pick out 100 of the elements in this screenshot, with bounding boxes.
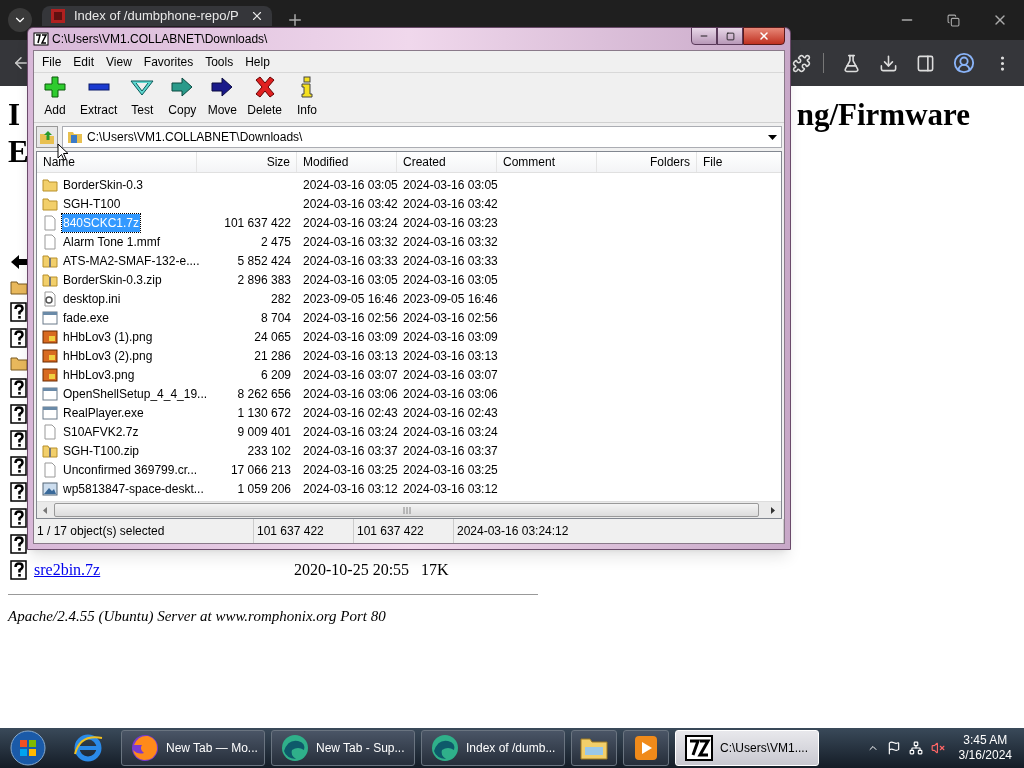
horizontal-scrollbar[interactable] — [37, 501, 781, 518]
clock[interactable]: 3:45 AM 3/16/2024 — [958, 733, 1012, 763]
file-name[interactable]: desktop.ini — [62, 289, 122, 308]
file-name[interactable]: OpenShellSetup_4_4_19... — [62, 384, 209, 403]
back-icon[interactable] — [12, 54, 30, 72]
table-cell: 2023-09-05 16:46 — [403, 291, 498, 306]
file-icon — [42, 214, 58, 231]
file-name[interactable]: BorderSkin-0.3.zip — [62, 270, 163, 289]
toolbar-button[interactable]: Delete — [243, 76, 287, 122]
table-cell: 6 209 — [260, 367, 291, 382]
menu-item[interactable]: Help — [239, 52, 276, 71]
status-text: 1 / 17 object(s) selected — [37, 523, 165, 540]
taskbar-button[interactable]: New Tab - Sup... — [271, 730, 415, 766]
unknown-file-icon — [10, 378, 28, 398]
tab-list-button[interactable] — [8, 8, 32, 32]
file-name[interactable]: S10AFVK2.7z — [62, 422, 140, 441]
file-name[interactable]: RealPlayer.exe — [62, 403, 145, 422]
network-icon[interactable] — [908, 741, 923, 755]
table-cell: 2024-03-16 03:24 — [303, 424, 398, 439]
table-cell: 282 — [270, 291, 291, 306]
globe-e-icon[interactable] — [72, 732, 104, 764]
table-cell: 2024-03-16 02:43 — [403, 405, 498, 420]
right-arrow-icon — [170, 76, 195, 98]
column-header[interactable]: Modified — [297, 152, 397, 172]
unknown-file-icon — [10, 508, 28, 528]
menu-item[interactable]: Edit — [67, 52, 101, 71]
menu-item[interactable]: Favorites — [137, 52, 200, 71]
extensions-icon[interactable] — [792, 53, 811, 73]
toolbar-button[interactable]: Add — [36, 76, 74, 122]
file-name[interactable]: hHbLov3.png — [62, 365, 136, 384]
status-text: 2024-03-16 03:24:12 — [457, 523, 569, 540]
profile-icon[interactable] — [953, 52, 975, 74]
start-orb-icon[interactable] — [10, 730, 46, 766]
browser-tab[interactable]: Index of /dumbphone-repo/P — [42, 6, 272, 26]
file-name[interactable]: BorderSkin-0.3 — [62, 175, 145, 194]
toolbar-button[interactable]: Info — [288, 76, 327, 122]
scrollbar-thumb[interactable] — [54, 503, 759, 517]
fox-globe-icon — [130, 733, 160, 763]
file-icon — [42, 461, 58, 478]
unknown-file-icon — [10, 328, 28, 348]
column-header[interactable]: Comment — [497, 152, 597, 172]
restore-icon[interactable] — [947, 13, 960, 27]
flask-icon[interactable] — [842, 53, 861, 73]
unknown-file-icon — [10, 430, 28, 450]
maximize-button[interactable] — [717, 27, 743, 45]
close-icon[interactable] — [250, 9, 264, 23]
table-cell: 2024-03-16 03:05 — [403, 177, 498, 192]
toolbar-button[interactable]: Move — [203, 76, 242, 122]
table-cell: 2024-03-16 03:37 — [403, 443, 498, 458]
file-icon — [42, 233, 58, 250]
table-cell: 2024-03-16 02:56 — [303, 310, 398, 325]
menu-item[interactable]: View — [100, 52, 138, 71]
taskbar-button[interactable]: C:\Users\VM1.... — [675, 730, 819, 766]
taskbar-button[interactable]: Index of /dumb... — [421, 730, 565, 766]
file-name[interactable]: hHbLov3 (2).png — [62, 346, 154, 365]
folder-icon — [67, 129, 83, 145]
column-header[interactable]: Size — [197, 152, 297, 172]
zipped-folder-icon — [42, 442, 58, 459]
toolbar-button[interactable]: Extract — [76, 76, 122, 122]
flag-icon[interactable] — [886, 741, 901, 755]
file-name[interactable]: SGH-T100.zip — [62, 441, 141, 460]
file-name[interactable]: fade.exe — [62, 308, 111, 327]
taskbar-button[interactable] — [571, 730, 617, 766]
side-panel-icon[interactable] — [916, 53, 935, 73]
table-cell: 1 059 206 — [237, 481, 291, 496]
toolbar-button[interactable]: Test — [123, 76, 162, 122]
toolbar-button[interactable]: Copy — [163, 76, 202, 122]
table-cell: 1 130 672 — [237, 405, 291, 420]
program-window-icon — [42, 309, 58, 326]
table-cell: 2024-03-16 03:07 — [403, 367, 498, 382]
speaker-muted-icon[interactable] — [930, 741, 945, 755]
file-name[interactable]: ATS-MA2-SMAF-132-e.... — [62, 251, 201, 270]
download-icon[interactable] — [879, 53, 898, 73]
file-name[interactable]: Alarm Tone 1.mmf — [62, 232, 162, 251]
taskbar-button[interactable] — [623, 730, 669, 766]
table-cell: 2024-03-16 03:07 — [303, 367, 398, 382]
file-name[interactable]: wp5813847-space-deskt... — [62, 479, 205, 498]
file-name[interactable]: SGH-T100 — [62, 194, 122, 213]
tab-title: Index of /dumbphone-repo/P — [74, 8, 239, 24]
new-tab-icon[interactable] — [286, 11, 304, 29]
page-heading: ng/Firmware — [796, 96, 970, 133]
path-field[interactable]: C:\Users\VM1.COLLABNET\Downloads\ — [62, 126, 782, 148]
seven-zip-logo-icon — [33, 32, 49, 46]
up-folder-button[interactable] — [36, 126, 58, 148]
minimize-button[interactable] — [691, 27, 717, 45]
column-header[interactable]: File — [697, 152, 781, 172]
menu-item[interactable]: File — [36, 52, 68, 71]
file-name[interactable]: hHbLov3 (1).png — [62, 327, 154, 346]
window-title: C:\Users\VM1.COLLABNET\Downloads\ — [52, 31, 268, 48]
table-cell: 2 896 383 — [237, 272, 291, 287]
column-header[interactable]: Folders — [597, 152, 697, 172]
taskbar-button[interactable]: New Tab — Mo... — [121, 730, 265, 766]
dropdown-arrow-icon[interactable] — [768, 134, 777, 140]
close-button[interactable] — [743, 27, 785, 45]
column-header[interactable]: Created — [397, 152, 497, 172]
file-link[interactable]: sre2bin.7z — [34, 558, 294, 582]
table-cell: 9 009 401 — [237, 424, 291, 439]
page-heading: I — [8, 96, 21, 133]
menu-item[interactable]: Tools — [199, 52, 240, 71]
file-name[interactable]: Unconfirmed 369799.cr... — [62, 460, 199, 479]
